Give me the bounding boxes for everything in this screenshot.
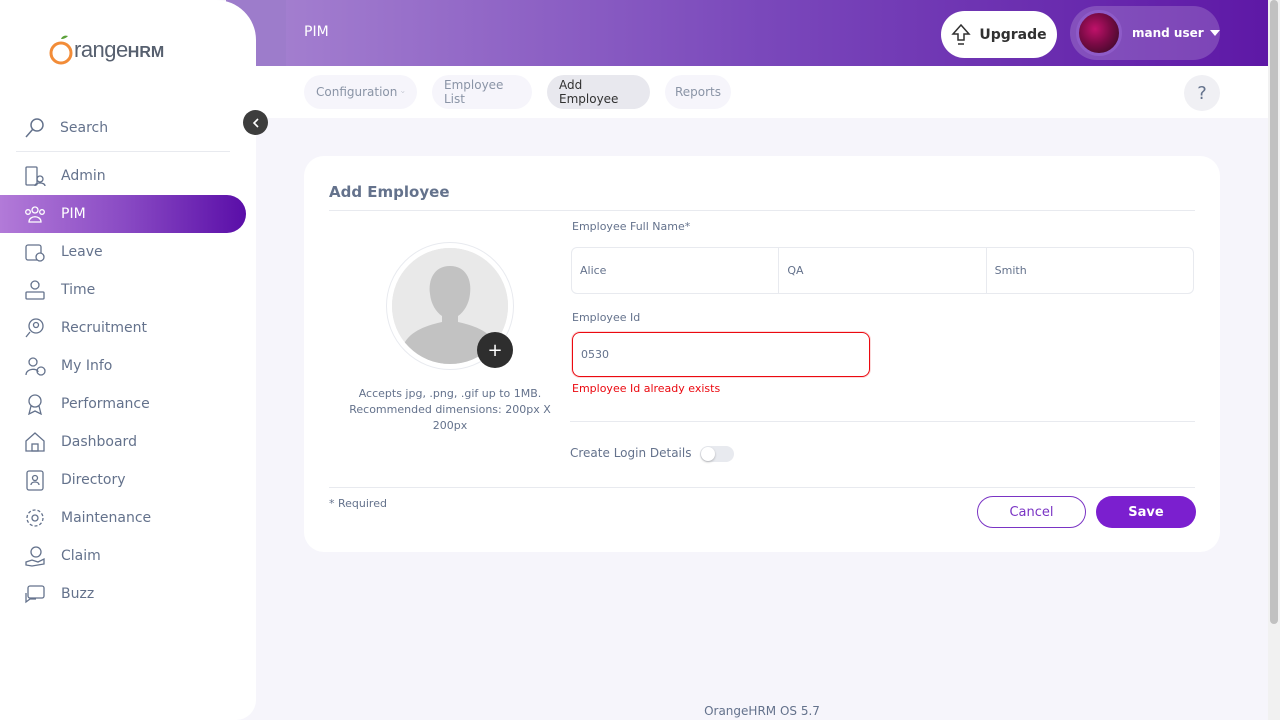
full-name-fields: Alice QA Smith xyxy=(571,247,1194,294)
pim-icon xyxy=(24,203,46,225)
sidebar-item-maintenance[interactable]: Maintenance xyxy=(0,499,256,537)
sidebar-item-label: Dashboard xyxy=(61,434,137,450)
tab-employee-list[interactable]: Employee List xyxy=(432,75,532,109)
save-button[interactable]: Save xyxy=(1096,496,1196,528)
upgrade-label: Upgrade xyxy=(979,26,1047,43)
employee-id-label: Employee Id xyxy=(572,311,641,324)
employee-id-error: Employee Id already exists xyxy=(572,382,721,395)
sidebar-item-leave[interactable]: Leave xyxy=(0,233,256,271)
sidebar-item-label: Directory xyxy=(61,472,126,488)
sub-navigation: Configuration Employee List Add Employee… xyxy=(256,66,1268,118)
help-button[interactable]: ? xyxy=(1184,75,1220,111)
first-name-input[interactable]: Alice xyxy=(572,248,780,293)
sidebar-item-label: PIM xyxy=(61,206,86,222)
sidebar-item-label: Admin xyxy=(61,168,106,184)
sidebar-collapse-button[interactable] xyxy=(243,110,268,135)
sidebar-item-admin[interactable]: Admin xyxy=(0,157,256,195)
orange-logo-icon xyxy=(49,35,73,65)
caret-down-icon xyxy=(1209,30,1220,36)
buzz-icon xyxy=(24,583,46,605)
sidebar-item-time[interactable]: Time xyxy=(0,271,256,309)
tab-reports[interactable]: Reports xyxy=(665,75,731,109)
search-icon xyxy=(25,117,44,137)
create-login-label: Create Login Details xyxy=(570,446,692,460)
avatar xyxy=(1076,10,1122,56)
sidebar-item-recruitment[interactable]: Recruitment xyxy=(0,309,256,347)
maintenance-icon xyxy=(24,507,46,529)
sidebar-item-label: Claim xyxy=(61,548,101,564)
claim-icon xyxy=(24,545,46,567)
sidebar-item-label: Buzz xyxy=(61,586,95,602)
recruitment-icon xyxy=(24,317,46,339)
time-icon xyxy=(24,279,46,301)
tab-add-employee[interactable]: Add Employee xyxy=(547,75,650,109)
sidebar-item-label: Leave xyxy=(61,244,103,260)
section-divider xyxy=(570,421,1195,422)
plus-icon: + xyxy=(487,339,503,361)
tab-label: Configuration xyxy=(316,85,398,99)
sidebar-item-dashboard[interactable]: Dashboard xyxy=(0,423,256,461)
page-title: PIM xyxy=(304,24,329,40)
user-dropdown[interactable]: mand user xyxy=(1070,6,1220,60)
toggle-knob xyxy=(701,447,715,461)
photo-hint: Accepts jpg, .png, .gif up to 1MB. Recom… xyxy=(349,387,551,432)
brand-name: rangeHRM xyxy=(74,37,165,62)
last-name-input[interactable]: Smith xyxy=(987,248,1193,293)
sidebar-item-pim[interactable]: PIM xyxy=(0,195,246,233)
sidebar-item-label: Recruitment xyxy=(61,320,148,336)
sidebar-item-label: Time xyxy=(61,282,96,298)
upgrade-arrow-icon xyxy=(951,23,972,45)
add-employee-card: Add Employee + Accepts jpg, .png, .gif u… xyxy=(304,156,1220,552)
chevron-left-icon xyxy=(252,117,259,128)
dashboard-icon xyxy=(24,431,46,453)
user-name: mand user xyxy=(1132,26,1204,40)
sidebar-item-label: Maintenance xyxy=(61,510,152,526)
admin-icon xyxy=(24,165,46,187)
question-icon: ? xyxy=(1197,82,1207,104)
sidebar-item-claim[interactable]: Claim xyxy=(0,537,256,575)
upgrade-button[interactable]: Upgrade xyxy=(941,11,1057,58)
sidebar-item-label: My Info xyxy=(61,358,113,374)
performance-icon xyxy=(24,393,46,415)
sidebar: rangeHRM Search Admin PIM Leave Time Rec… xyxy=(0,0,256,720)
tab-configuration[interactable]: Configuration xyxy=(304,75,417,109)
chevron-down-icon xyxy=(401,91,405,94)
middle-name-input[interactable]: QA xyxy=(779,248,987,293)
full-name-label: Employee Full Name* xyxy=(572,220,691,233)
add-photo-button[interactable]: + xyxy=(477,332,513,368)
sidebar-menu: Admin PIM Leave Time Recruitment My Info… xyxy=(0,157,256,613)
footer-version: OrangeHRM OS 5.7 xyxy=(704,704,820,718)
sidebar-search[interactable]: Search xyxy=(16,104,230,152)
footer-divider xyxy=(329,487,1195,488)
sidebar-item-my-info[interactable]: My Info xyxy=(0,347,256,385)
search-label: Search xyxy=(60,119,109,136)
sidebar-item-label: Performance xyxy=(61,396,150,412)
tab-label: Reports xyxy=(674,85,722,99)
tab-label: Employee List xyxy=(444,78,504,106)
directory-icon xyxy=(24,469,46,491)
sidebar-item-performance[interactable]: Performance xyxy=(0,385,256,423)
leave-icon xyxy=(24,241,46,263)
scrollbar-thumb[interactable] xyxy=(1270,0,1278,624)
sidebar-item-buzz[interactable]: Buzz xyxy=(0,575,256,613)
title-divider xyxy=(329,210,1195,211)
sidebar-item-directory[interactable]: Directory xyxy=(0,461,256,499)
required-note: * Required xyxy=(329,497,387,510)
brand-logo[interactable]: rangeHRM xyxy=(48,30,168,70)
create-login-toggle[interactable] xyxy=(700,446,734,462)
top-bar: PIM Upgrade mand user xyxy=(226,0,1268,66)
employee-id-input[interactable]: 0530 xyxy=(572,332,870,377)
cancel-button[interactable]: Cancel xyxy=(977,496,1086,528)
form-title: Add Employee xyxy=(329,183,450,201)
my-info-icon xyxy=(24,355,46,377)
tab-label: Add Employee xyxy=(559,78,619,106)
